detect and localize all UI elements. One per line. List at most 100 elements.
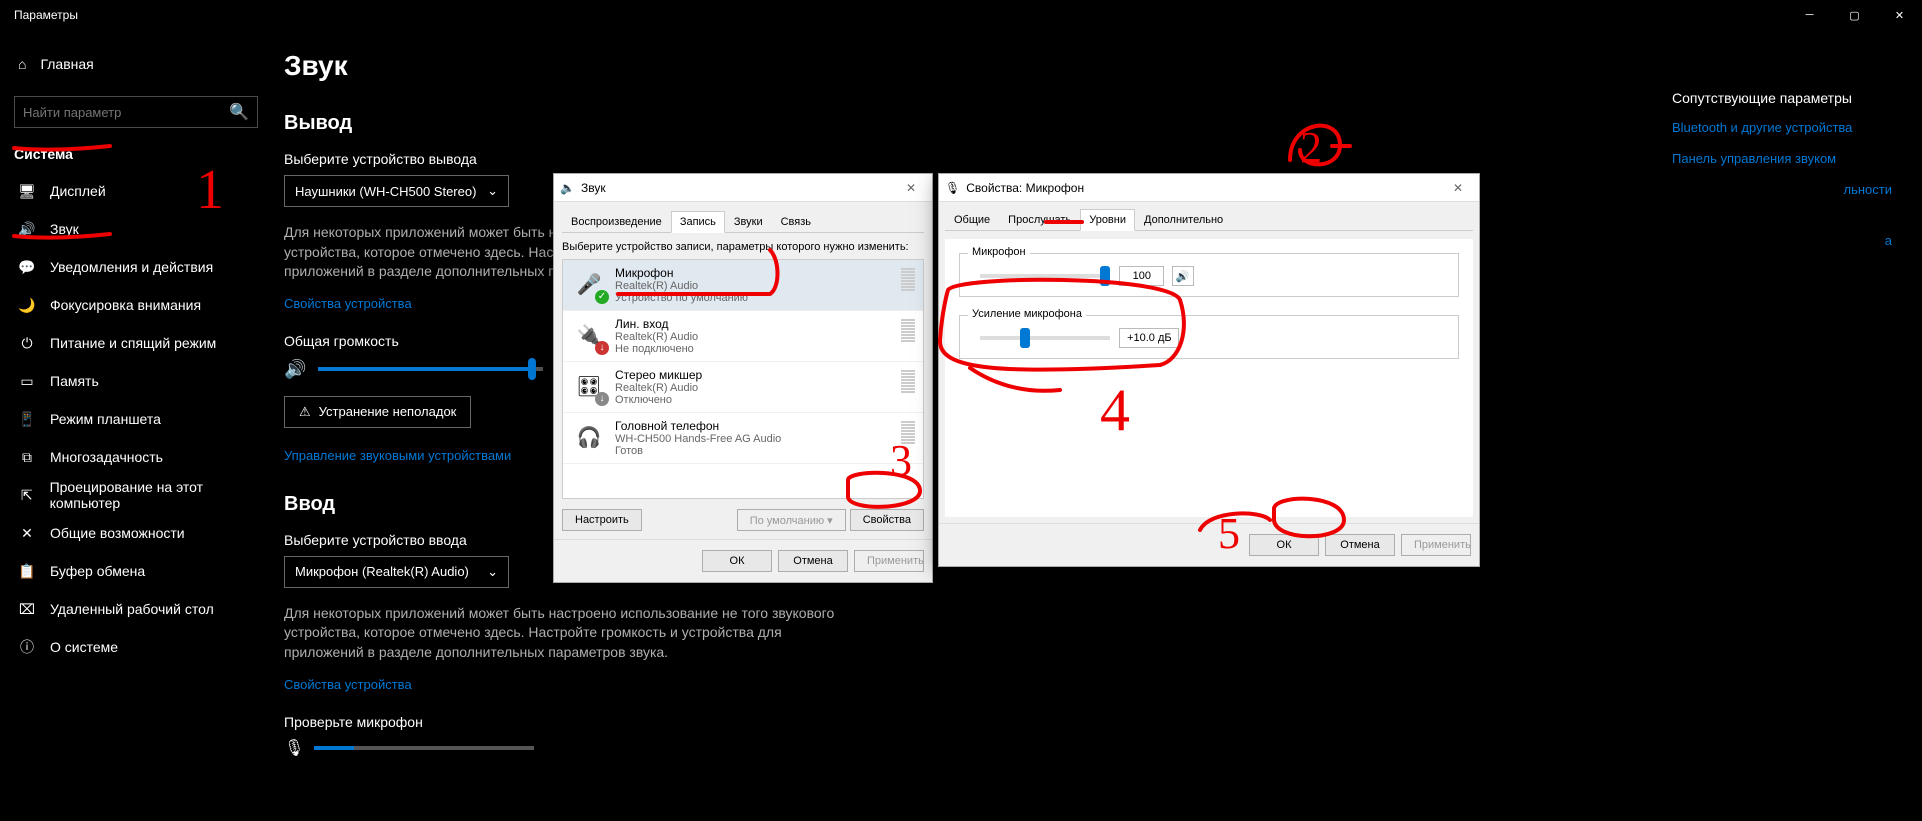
device-status: Не подключено <box>615 343 698 355</box>
maximize-button[interactable]: ▢ <box>1832 0 1877 30</box>
sidebar-item-12[interactable]: ⓘО системе <box>0 628 272 666</box>
sound-control-panel-link[interactable]: Панель управления звуком <box>1672 151 1892 166</box>
sidebar-item-2[interactable]: 💬 Уведомления и действия <box>0 248 272 286</box>
troubleshoot-button[interactable]: ⚠ Устранение неполадок <box>284 396 471 428</box>
device-row[interactable]: 🔌↓ Лин. вход Realtek(R) Audio Не подключ… <box>563 311 923 362</box>
chevron-down-icon: ⌄ <box>487 183 498 199</box>
partial-link-2[interactable]: а <box>1672 233 1892 248</box>
nav-icon: ⌧ <box>18 601 36 618</box>
search-icon: 🔍 <box>229 102 249 122</box>
chevron-down-icon: ⌄ <box>487 564 498 580</box>
sidebar-item-3[interactable]: 🌙Фокусировка внимания <box>0 286 272 324</box>
tab-Запись[interactable]: Запись <box>671 211 725 233</box>
home-button[interactable]: ⌂ Главная <box>0 44 272 84</box>
device-name: Микрофон <box>615 266 748 280</box>
bluetooth-link[interactable]: Bluetooth и другие устройства <box>1672 120 1892 135</box>
nav-label: Удаленный рабочий стол <box>50 601 214 617</box>
sidebar-item-9[interactable]: ✕Общие возможности <box>0 514 272 552</box>
device-driver: Realtek(R) Audio <box>615 331 698 343</box>
device-icon: 🔌↓ <box>571 317 607 353</box>
ok-button[interactable]: ОК <box>702 550 772 572</box>
nav-icon: ⓘ <box>18 637 36 657</box>
nav-icon: 💬 <box>18 259 36 276</box>
mic-level-slider[interactable] <box>980 266 1110 286</box>
sidebar-item-6[interactable]: 📱Режим планшета <box>0 400 272 438</box>
ok-button[interactable]: ОК <box>1249 534 1319 556</box>
nav-label: Многозадачность <box>50 449 163 465</box>
volume-slider[interactable] <box>318 367 543 371</box>
nav-icon: ⧉ <box>18 449 36 466</box>
window-controls: ─ ▢ ✕ <box>1787 0 1922 30</box>
tab-Общие[interactable]: Общие <box>945 209 999 231</box>
tab-Звуки[interactable]: Звуки <box>725 211 772 233</box>
close-icon[interactable]: ✕ <box>896 181 926 195</box>
mic-boost-slider[interactable] <box>980 328 1110 348</box>
properties-dialog-tabs: ОбщиеПрослушатьУровниДополнительно <box>945 208 1473 231</box>
device-list[interactable]: 🎤✓ Микрофон Realtek(R) Audio Устройство … <box>562 259 924 499</box>
nav-label: Питание и спящий режим <box>50 335 216 351</box>
cancel-button[interactable]: Отмена <box>1325 534 1395 556</box>
nav-icon: ✕ <box>18 525 36 542</box>
mic-test-label: Проверьте микрофон <box>284 714 1892 730</box>
tab-Связь[interactable]: Связь <box>772 211 820 233</box>
instruction-text: Выберите устройство записи, параметры ко… <box>562 241 924 253</box>
nav-label: Память <box>50 373 99 389</box>
sound-dialog-titlebar[interactable]: 🔈Звук ✕ <box>554 174 932 202</box>
tab-Прослушать[interactable]: Прослушать <box>999 209 1080 231</box>
close-button[interactable]: ✕ <box>1877 0 1922 30</box>
window-title: Параметры <box>14 8 78 22</box>
nav-icon: ⇱ <box>18 487 36 504</box>
apply-button[interactable]: Применить <box>1401 534 1471 556</box>
page-title: Звук <box>284 50 1892 82</box>
mic-level-value: 100 <box>1119 266 1164 286</box>
default-button[interactable]: По умолчанию ▾ <box>737 509 846 531</box>
apply-button[interactable]: Применить <box>854 550 924 572</box>
device-row[interactable]: 🎧 Головной телефон WH-CH500 Hands-Free A… <box>563 413 923 464</box>
sidebar-item-1[interactable]: 🔊Звук <box>0 210 272 248</box>
nav-label: Уведомления и действия <box>50 259 213 275</box>
mute-button[interactable]: 🔊 <box>1172 266 1194 286</box>
device-driver: Realtek(R) Audio <box>615 382 702 394</box>
output-device-select[interactable]: Наушники (WH-CH500 Stereo) ⌄ <box>284 175 509 207</box>
input-properties-link[interactable]: Свойства устройства <box>284 677 1892 692</box>
device-name: Лин. вход <box>615 317 698 331</box>
tab-Уровни[interactable]: Уровни <box>1080 209 1135 231</box>
properties-dialog-title: Свойства: Микрофон <box>966 181 1084 195</box>
sidebar-item-0[interactable]: 🖥Дисплей <box>0 172 272 210</box>
tab-Дополнительно[interactable]: Дополнительно <box>1135 209 1232 231</box>
sidebar-item-8[interactable]: ⇱Проецирование на этот компьютер <box>0 476 272 514</box>
search-input[interactable]: 🔍 <box>14 96 258 128</box>
configure-button[interactable]: Настроить <box>562 509 642 531</box>
output-heading: Вывод <box>284 112 1892 135</box>
tab-Воспроизведение[interactable]: Воспроизведение <box>562 211 671 233</box>
device-row[interactable]: 🎛↓ Стерео микшер Realtek(R) Audio Отключ… <box>563 362 923 413</box>
device-status: Устройство по умолчанию <box>615 292 748 304</box>
minimize-button[interactable]: ─ <box>1787 0 1832 30</box>
level-meter <box>901 266 915 304</box>
sidebar-item-5[interactable]: ▭Память <box>0 362 272 400</box>
home-icon: ⌂ <box>18 56 26 72</box>
speaker-icon: 🔈 <box>560 181 575 195</box>
mic-group-label: Микрофон <box>968 246 1030 258</box>
properties-button[interactable]: Свойства <box>850 509 924 531</box>
output-select-label: Выберите устройство вывода <box>284 151 1892 167</box>
cancel-button[interactable]: Отмена <box>778 550 848 572</box>
properties-dialog-titlebar[interactable]: 🎙Свойства: Микрофон ✕ <box>939 174 1479 202</box>
sidebar-item-7[interactable]: ⧉ Многозадачность <box>0 438 272 476</box>
sidebar: ⌂ Главная 🔍 Система 🖥Дисплей🔊Звук💬Уведом… <box>0 30 272 821</box>
related-heading: Сопутствующие параметры <box>1672 90 1892 106</box>
sidebar-item-4[interactable]: ⏻Питание и спящий режим <box>0 324 272 362</box>
sound-dialog-tabs: ВоспроизведениеЗаписьЗвукиСвязь <box>562 210 924 233</box>
sidebar-item-10[interactable]: 📋Буфер обмена <box>0 552 272 590</box>
nav-label: Звук <box>50 221 79 237</box>
output-device-value: Наушники (WH-CH500 Stereo) <box>295 184 476 199</box>
partial-link-1[interactable]: льности <box>1672 182 1892 197</box>
search-field[interactable] <box>23 105 203 120</box>
device-icon: 🎤✓ <box>571 266 607 302</box>
nav-label: Буфер обмена <box>50 563 145 579</box>
nav-label: Дисплей <box>50 183 106 199</box>
input-device-select[interactable]: Микрофон (Realtek(R) Audio) ⌄ <box>284 556 509 588</box>
device-row[interactable]: 🎤✓ Микрофон Realtek(R) Audio Устройство … <box>563 260 923 311</box>
sidebar-item-11[interactable]: ⌧ Удаленный рабочий стол <box>0 590 272 628</box>
close-icon[interactable]: ✕ <box>1443 181 1473 195</box>
